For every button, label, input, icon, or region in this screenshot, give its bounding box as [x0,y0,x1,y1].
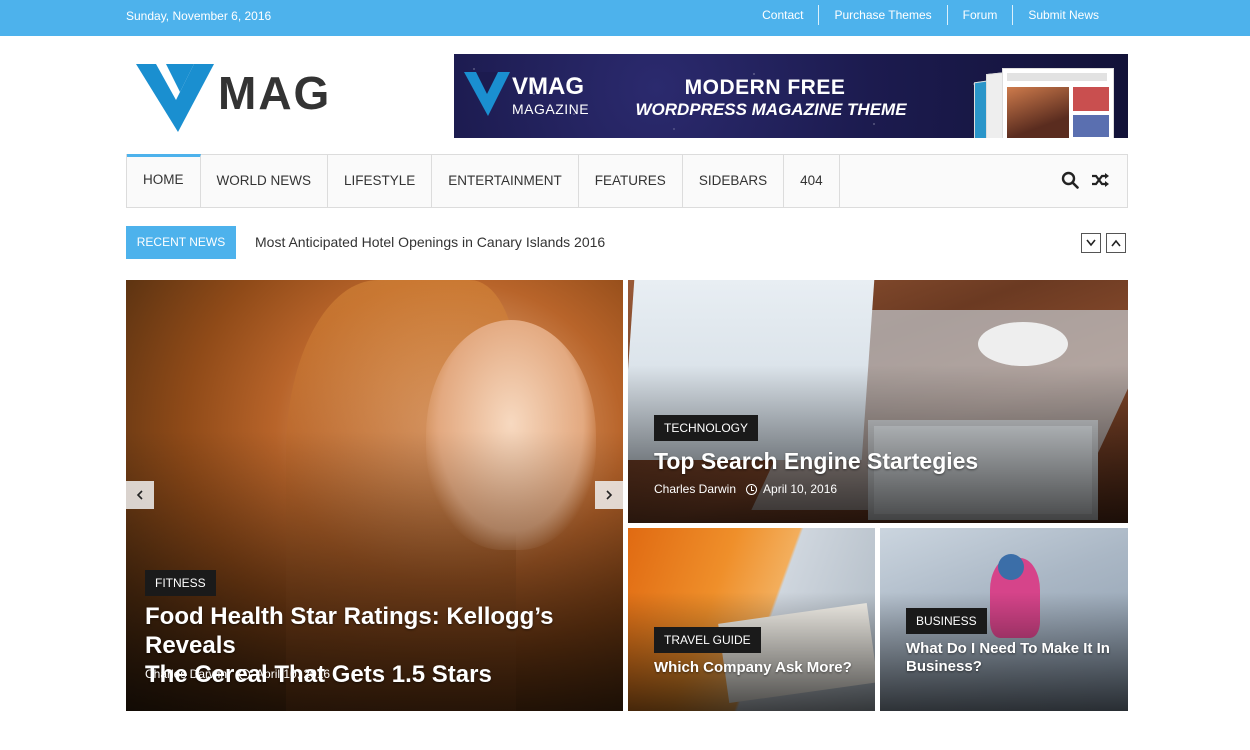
banner-logo-icon [464,72,510,116]
post-title[interactable]: What Do I Need To Make It In Business? [906,640,1110,676]
top-bar: Sunday, November 6, 2016 Contact Purchas… [0,0,1250,36]
post-date: April 10, 2016 [256,667,331,681]
post-title-line: What Do I Need To Make It In [906,640,1110,657]
post-author[interactable]: Charles Darwin [654,482,736,496]
post-date: April 10, 2016 [763,482,838,496]
header-banner-ad[interactable]: VMAG MAGAZINE MODERN FREE WORDPRESS MAGA… [454,54,1128,138]
top-link-contact[interactable]: Contact [747,5,818,25]
chevron-up-icon [1111,239,1121,247]
image-gradient-overlay [628,365,1128,523]
logo-wordmark: MAG [218,67,332,119]
shuffle-icon[interactable] [1091,171,1109,189]
post-meta: Charles Darwin April 10, 2016 [145,667,330,681]
top-link-submit-news[interactable]: Submit News [1012,5,1114,25]
banner-mockup-screen [1002,68,1114,138]
search-icon[interactable] [1061,171,1079,189]
slider-prev-button[interactable] [126,481,154,509]
post-author[interactable]: Charles Darwin [145,667,227,681]
current-date: Sunday, November 6, 2016 [126,9,272,23]
top-link-forum[interactable]: Forum [946,5,1013,25]
featured-post-business[interactable]: BUSINESS What Do I Need To Make It In Bu… [880,528,1128,711]
post-title-line: Food Health Star Ratings: Kellogg’s Reve… [145,603,554,659]
top-links: Contact Purchase Themes Forum Submit New… [747,5,1114,25]
category-badge[interactable]: FITNESS [145,570,216,596]
chevron-left-icon [136,490,143,500]
post-image-head [998,554,1024,580]
post-title-line: Business? [906,658,982,675]
slider-next-button[interactable] [595,481,623,509]
slider-featured-post[interactable]: FITNESS Food Health Star Ratings: Kellog… [126,280,623,711]
top-link-purchase-themes[interactable]: Purchase Themes [818,5,946,25]
featured-post-technology[interactable]: TECHNOLOGY Top Search Engine Startegies … [628,280,1128,523]
nav-item-home[interactable]: HOME [127,154,201,207]
post-image-mouse [978,322,1068,366]
nav-item-sidebars[interactable]: SIDEBARS [683,155,785,207]
nav-item-entertainment[interactable]: ENTERTAINMENT [432,155,579,207]
clock-icon [239,668,251,680]
category-badge[interactable]: BUSINESS [906,608,987,634]
logo-v-icon [136,64,214,132]
main-navigation: HOME WORLD NEWS LIFESTYLE ENTERTAINMENT … [126,154,1128,208]
clock-icon [746,483,758,495]
ticker-prev-button[interactable] [1106,233,1126,253]
category-badge[interactable]: TECHNOLOGY [654,415,759,441]
chevron-right-icon [606,490,613,500]
nav-item-world-news[interactable]: WORLD NEWS [201,155,328,207]
post-title[interactable]: Which Company Ask More? [654,659,852,676]
recent-news-label: RECENT NEWS [126,226,236,259]
banner-brand: VMAG [512,73,584,100]
nav-item-lifestyle[interactable]: LIFESTYLE [328,155,433,207]
post-meta: Charles Darwin April 10, 2016 [654,482,837,496]
chevron-down-icon [1086,239,1096,247]
nav-item-features[interactable]: FEATURES [579,155,683,207]
banner-brand-sub: MAGAZINE [512,101,590,117]
ticker-headline[interactable]: Most Anticipated Hotel Openings in Canar… [255,234,605,250]
banner-headline: MODERN FREE [684,76,846,99]
site-logo[interactable]: MAG [136,62,356,134]
nav-item-404[interactable]: 404 [784,155,840,207]
post-title[interactable]: Top Search Engine Startegies [654,448,978,475]
ticker-next-button[interactable] [1081,233,1101,253]
featured-post-travel-guide[interactable]: TRAVEL GUIDE Which Company Ask More? [628,528,875,711]
banner-subheadline: WORDPRESS MAGAZINE THEME [635,100,907,119]
category-badge[interactable]: TRAVEL GUIDE [654,627,761,653]
